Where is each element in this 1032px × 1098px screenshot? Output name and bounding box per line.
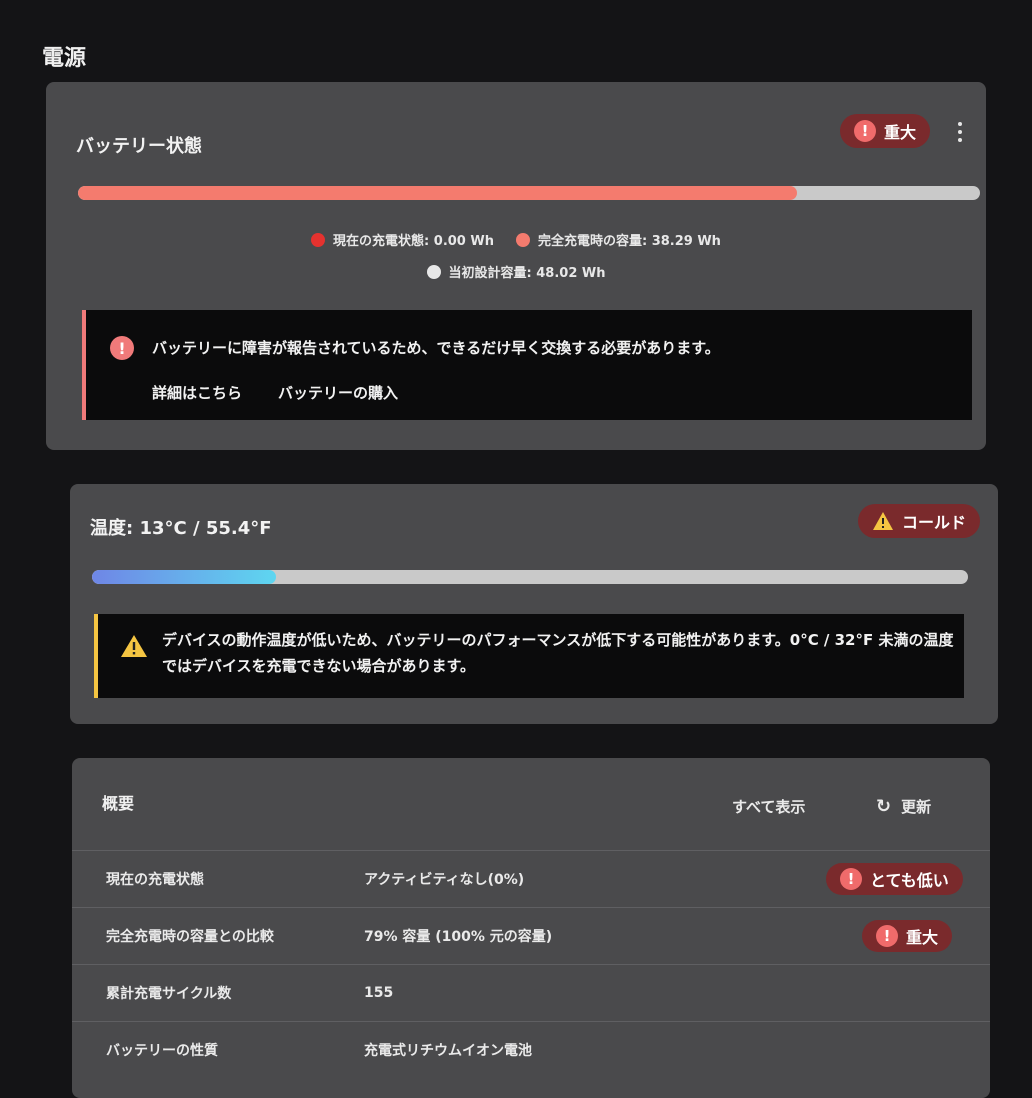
legend-current-charge: 現在の充電状態: 0.00 Wh: [311, 230, 494, 249]
learn-more-link[interactable]: 詳細はこちら: [152, 382, 242, 403]
battery-severity-label: 重大: [884, 123, 917, 142]
table-row: 現在の充電状態 アクティビティなし(0%) ! とても低い: [72, 850, 990, 907]
battery-legend-row-1: 現在の充電状態: 0.00 Wh 完全充電時の容量: 38.29 Wh: [46, 230, 986, 249]
buy-battery-link[interactable]: バッテリーの購入: [278, 382, 398, 403]
row-value: 79% 容量 (100% 元の容量): [364, 929, 553, 945]
battery-alert-message: バッテリーに障害が報告されているため、できるだけ早く交換する必要があります。: [152, 339, 720, 357]
battery-capacity-bar: [78, 186, 980, 200]
capacity-severity-badge-label: 重大: [906, 928, 939, 947]
error-icon: !: [876, 925, 898, 947]
temperature-alert-line-2: ではデバイスを充電できない場合があります。: [162, 657, 476, 675]
temperature-badge: コールド: [858, 504, 981, 538]
alert-stripe: [94, 614, 98, 698]
battery-severity-badge: ! 重大: [840, 114, 931, 148]
temperature-card: 温度: 13°C / 55.4°F コールド デバイスの動作温度が低いため、バッ…: [70, 484, 998, 724]
page-title: 電源: [42, 46, 87, 71]
design-capacity-dot: [426, 264, 441, 279]
show-all-label: すべて表示: [732, 798, 806, 816]
row-label: 累計充電サイクル数: [106, 986, 232, 1002]
refresh-label: 更新: [901, 798, 932, 816]
temperature-bar: [92, 570, 968, 584]
temperature-badge-label: コールド: [902, 513, 967, 532]
table-row: バッテリーの性質 充電式リチウムイオン電池: [72, 1021, 990, 1078]
row-value: 充電式リチウムイオン電池: [364, 1043, 532, 1059]
warning-icon: [121, 635, 147, 657]
legend-full-charge: 完全充電時の容量: 38.29 Wh: [515, 230, 721, 249]
refresh-button[interactable]: ↻ 更新: [876, 796, 931, 817]
table-row: 累計充電サイクル数 155: [72, 964, 990, 1021]
legend-design-capacity: 当初設計容量: 48.02 Wh: [426, 262, 606, 281]
show-all-button[interactable]: すべて表示: [732, 796, 805, 817]
battery-legend-row-2: 当初設計容量: 48.02 Wh: [46, 262, 986, 281]
legend-full-label: 完全充電時の容量: 38.29 Wh: [537, 234, 721, 249]
refresh-icon: ↻: [876, 796, 892, 817]
warning-icon: [873, 512, 893, 530]
battery-capacity-fill: [78, 186, 797, 200]
more-options-icon[interactable]: [954, 122, 966, 142]
full-charge-dot: [515, 232, 530, 247]
alert-stripe: [82, 310, 86, 420]
legend-design-label: 当初設計容量: 48.02 Wh: [448, 266, 606, 281]
charge-level-badge: ! とても低い: [826, 863, 963, 895]
table-row: 完全充電時の容量との比較 79% 容量 (100% 元の容量) ! 重大: [72, 907, 990, 964]
battery-status-card: バッテリー状態 ! 重大 現在の充電状態: 0.00 Wh 完全充電時の容量: …: [46, 82, 986, 450]
charge-level-badge-label: とても低い: [870, 871, 949, 890]
battery-error-alert: ! バッテリーに障害が報告されているため、できるだけ早く交換する必要があります。…: [82, 310, 972, 420]
row-label: 現在の充電状態: [106, 872, 204, 888]
battery-status-title: バッテリー状態: [76, 136, 202, 157]
row-label: 完全充電時の容量との比較: [106, 929, 274, 945]
summary-title: 概要: [102, 794, 135, 813]
legend-current-label: 現在の充電状態: 0.00 Wh: [333, 234, 494, 249]
error-icon: !: [840, 868, 862, 890]
temperature-title: 温度: 13°C / 55.4°F: [90, 518, 272, 539]
error-icon: !: [110, 336, 134, 360]
temperature-alert-line-1: デバイスの動作温度が低いため、バッテリーのパフォーマンスが低下する可能性がありま…: [162, 631, 954, 649]
row-label: バッテリーの性質: [106, 1043, 218, 1059]
row-value: アクティビティなし(0%): [364, 872, 525, 888]
current-charge-dot: [311, 232, 326, 247]
summary-card: 概要 すべて表示 ↻ 更新 現在の充電状態 アクティビティなし(0%) ! とて…: [72, 758, 990, 1098]
temperature-warning-alert: デバイスの動作温度が低いため、バッテリーのパフォーマンスが低下する可能性がありま…: [94, 614, 964, 698]
error-icon: !: [854, 120, 876, 142]
row-value: 155: [364, 985, 394, 1001]
temperature-fill: [92, 570, 276, 584]
summary-table: 現在の充電状態 アクティビティなし(0%) ! とても低い 完全充電時の容量との…: [72, 850, 990, 1078]
capacity-severity-badge: ! 重大: [862, 920, 953, 952]
